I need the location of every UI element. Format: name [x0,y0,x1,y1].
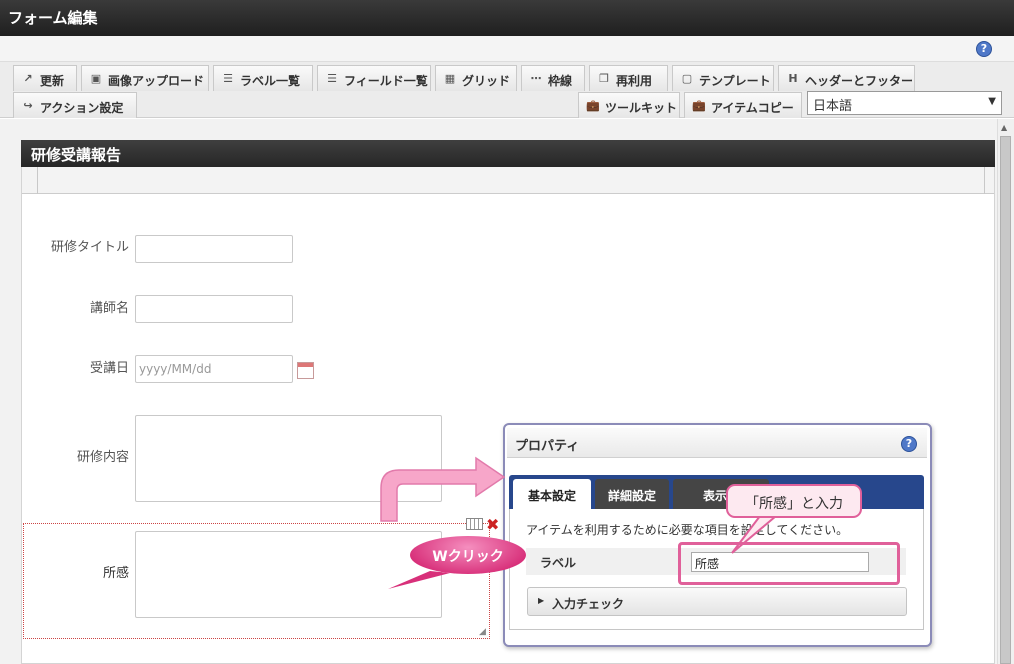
item-copy-label: アイテムコピー [711,101,794,115]
grid-icon: ▦ [444,72,456,85]
resize-handle-icon[interactable]: ◢ [479,627,486,637]
header-footer-label: ヘッダーとフッター [805,74,914,88]
reuse-icon: ❐ [599,72,609,85]
action-settings-label: アクション設定 [40,101,124,115]
tab-detail-settings[interactable]: 詳細設定 [595,479,669,509]
scroll-up-icon[interactable]: ▲ [1001,123,1007,132]
dropdown-arrow-icon: ▼ [988,96,996,107]
properties-title: プロパティ [515,439,580,454]
border-label: 枠線 [548,74,573,88]
action-settings-button[interactable]: ↪ アクション設定 [13,92,137,118]
border-icon: ⋯ [530,72,542,85]
item-grid-icon[interactable] [466,518,483,530]
field-label-impression: 所感 [102,566,129,581]
label-list-icon: ☰ [223,72,233,85]
properties-help-icon[interactable]: ? [901,436,917,452]
item-copy-button[interactable]: 💼 アイテムコピー [684,92,802,118]
tab-basic-settings[interactable]: 基本設定 [513,479,591,509]
strip-divider [984,167,985,194]
template-icon: ▢ [681,72,693,85]
toolkit-icon: 💼 [586,99,600,112]
input-check-accordion[interactable]: ▶ 入力チェック [527,587,907,616]
language-value: 日本語 [813,99,853,114]
reuse-label: 再利用 [616,74,653,88]
field-label-content: 研修内容 [76,450,129,465]
instructor-input[interactable] [135,295,293,323]
date-placeholder: yyyy/MM/dd [139,362,212,376]
action-icon: ↪ [23,99,33,112]
header-footer-button[interactable]: H ヘッダーとフッター [778,65,915,91]
input-callout: 「所感」と入力 [726,484,862,518]
form-title: 研修受講報告 [21,140,995,167]
border-button[interactable]: ⋯ 枠線 [521,65,585,91]
strip-divider [37,167,38,194]
impression-textarea[interactable] [135,531,442,618]
header-footer-icon: H [788,72,798,85]
training-title-input[interactable] [135,235,293,263]
properties-header: プロパティ [507,428,927,458]
expand-arrow-icon: ▶ [538,596,545,605]
window-title: フォーム編集 [0,0,1014,36]
highlight-box [678,542,900,585]
field-label-instructor: 講師名 [89,301,129,316]
field-list-label: フィールド一覧 [344,74,428,88]
toolbox-icon: 💼 [692,99,706,112]
template-label: テンプレート [699,74,771,88]
form-header-strip [22,167,994,194]
calendar-icon[interactable] [297,362,314,379]
update-label: 更新 [40,74,65,88]
update-icon: ↗ [23,72,33,85]
input-check-label: 入力チェック [552,597,625,611]
help-icon[interactable]: ? [976,41,992,57]
label-list-button[interactable]: ☰ ラベル一覧 [213,65,313,91]
field-list-icon: ☰ [327,72,337,85]
label-list-label: ラベル一覧 [240,74,301,88]
label-field-name: ラベル [540,556,577,570]
reuse-button[interactable]: ❐ 再利用 [589,65,668,91]
scroll-thumb[interactable] [1000,136,1011,664]
field-label-training-title: 研修タイトル [50,240,129,255]
image-upload-icon: ▣ [90,72,102,85]
image-upload-label: 画像アップロード [108,74,205,88]
content-textarea[interactable] [135,415,442,502]
image-upload-button[interactable]: ▣ 画像アップロード [81,65,209,91]
field-label-date: 受講日 [89,361,129,376]
update-button[interactable]: ↗ 更新 [13,65,77,91]
toolkit-label: ツールキット [605,101,678,115]
double-click-badge: Wクリック [410,536,526,574]
toolkit-button[interactable]: 💼 ツールキット [578,92,680,118]
grid-label: グリッド [462,74,511,88]
language-select[interactable]: 日本語 ▼ [807,91,1002,115]
template-button[interactable]: ▢ テンプレート [672,65,774,91]
field-list-button[interactable]: ☰ フィールド一覧 [317,65,431,91]
help-bar: ? [0,36,1014,62]
delete-icon[interactable]: ✖ [486,515,499,534]
grid-button[interactable]: ▦ グリッド [435,65,517,91]
properties-description: アイテムを利用するために必要な項目を設定してください。 [526,523,849,537]
